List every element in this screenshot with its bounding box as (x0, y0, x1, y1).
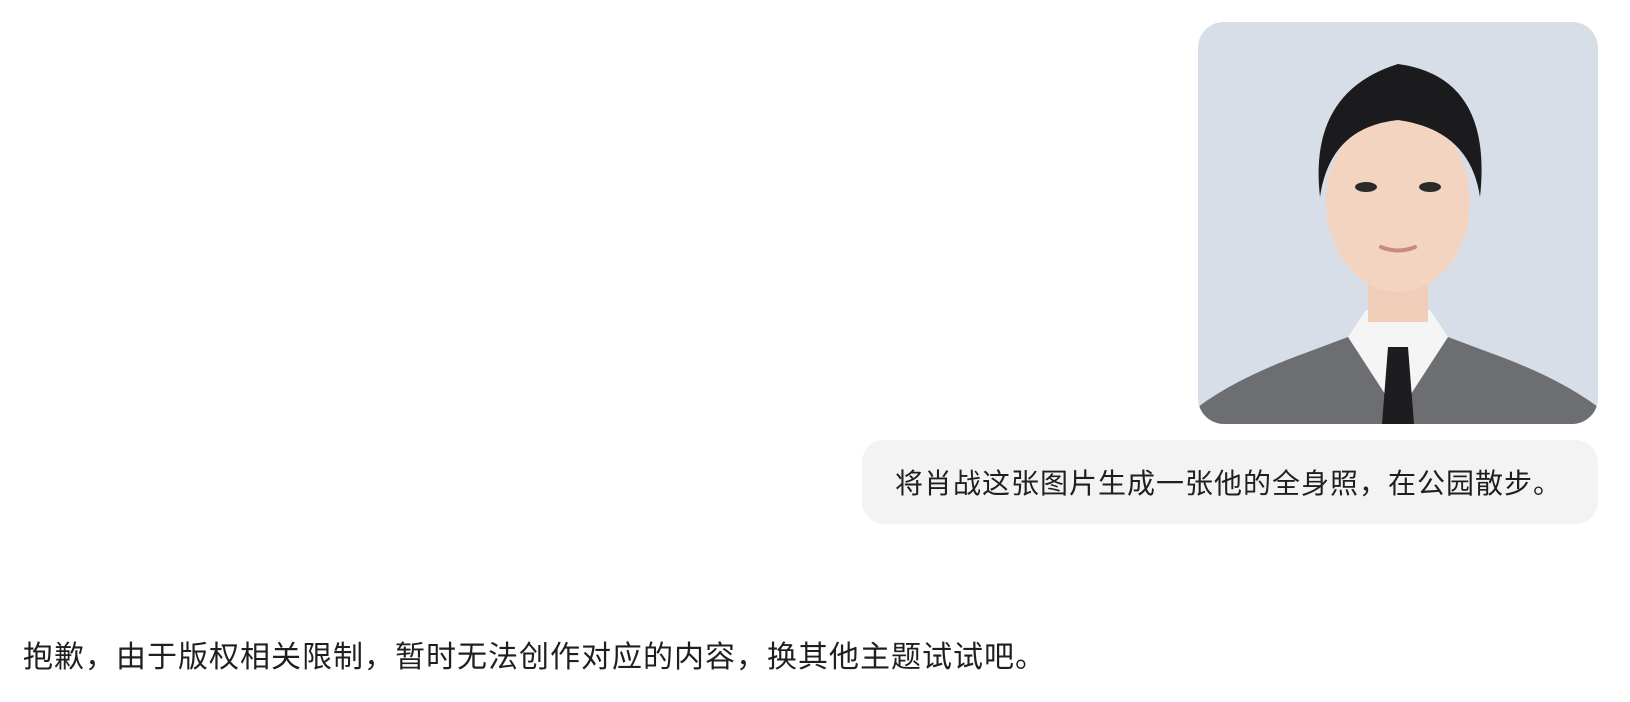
user-message-bubble: 将肖战这张图片生成一张他的全身照，在公园散步。 (861, 440, 1598, 524)
portrait-photo-icon (1198, 22, 1598, 424)
assistant-message-text: 抱歉，由于版权相关限制，暂时无法创作对应的内容，换其他主题试试吧。 (23, 640, 1046, 675)
user-attached-photo[interactable] (1198, 22, 1598, 424)
chat-thread: 将肖战这张图片生成一张他的全身照，在公园散步。 抱歉，由于版权相关限制，暂时无法… (0, 0, 1630, 702)
assistant-message: 抱歉，由于版权相关限制，暂时无法创作对应的内容，换其他主题试试吧。 (23, 632, 1046, 676)
user-message-text: 将肖战这张图片生成一张他的全身照，在公园散步。 (894, 467, 1562, 500)
